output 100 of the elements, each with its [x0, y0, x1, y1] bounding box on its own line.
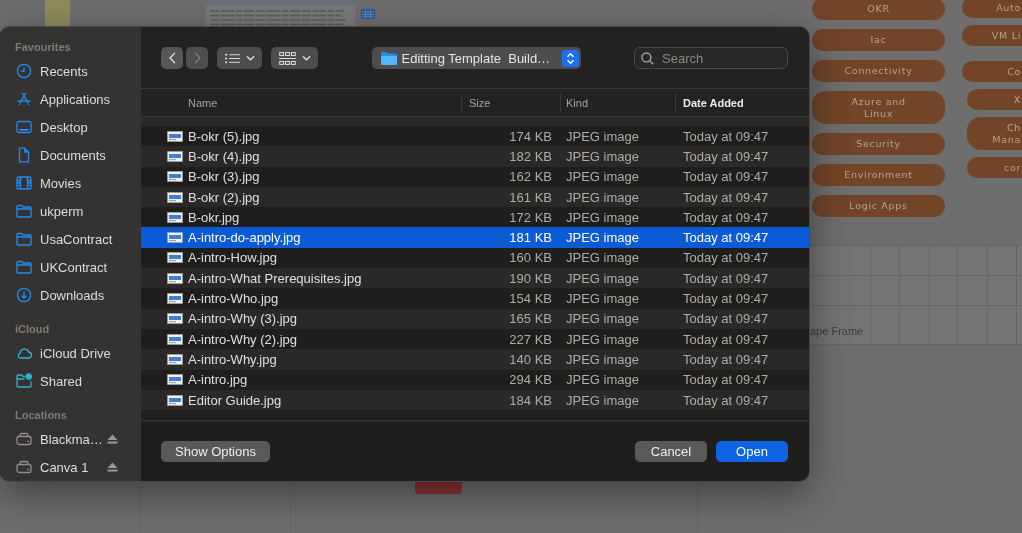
- image-thumbnail-icon: [167, 130, 183, 142]
- file-kind: JPEG image: [565, 270, 640, 286]
- date-added: Today at 09:47: [682, 189, 770, 205]
- file-kind: JPEG image: [565, 291, 640, 306]
- file-name: A-intro-Why.jpg: [188, 351, 278, 367]
- chevron-down-icon: [246, 55, 255, 61]
- file-size: 174 KB: [508, 128, 553, 144]
- open-button[interactable]: Open: [716, 441, 788, 462]
- back-button[interactable]: [161, 47, 183, 69]
- sidebar-item[interactable]: UKContract: [15, 254, 141, 280]
- topic-tag: Iac: [812, 29, 945, 51]
- file-row[interactable]: Editor Guide.jpg 184 KB JPEG image Today at 09:47: [141, 389, 809, 411]
- date-added: Today at 09:47: [682, 372, 770, 388]
- highlight-strip: [45, 0, 70, 27]
- file-row[interactable]: B-okr (2).jpg 161 KB JPEG image Today at 09:47: [141, 186, 809, 208]
- file-name: B-okr (5).jpg: [188, 128, 261, 144]
- date-added: Today at 09:47: [682, 148, 770, 164]
- date-added: Today at 09:47: [682, 128, 770, 144]
- image-thumbnail-icon: [167, 394, 183, 406]
- topic-tag: Co: [962, 61, 1022, 82]
- file-size: 154 KB: [508, 291, 553, 306]
- search-field[interactable]: Search: [634, 47, 788, 69]
- file-kind: JPEG image: [565, 169, 640, 185]
- topic-tag: Environment: [812, 164, 945, 186]
- folder-icon: [380, 51, 397, 65]
- group-options-button[interactable]: [271, 47, 318, 69]
- file-name: B-okr.jpg: [188, 209, 241, 225]
- sidebar-item[interactable]: Shared: [15, 368, 141, 394]
- sidebar-item[interactable]: UsaContract: [15, 226, 141, 252]
- file-row[interactable]: A-intro-What Prerequisites.jpg 190 KB JPEG image Today at 09:47: [141, 268, 809, 289]
- image-thumbnail-icon: [167, 272, 183, 284]
- file-name: A-intro.jpg: [188, 372, 249, 388]
- file-name: B-okr (3).jpg: [188, 169, 261, 185]
- file-name: B-okr (4).jpg: [188, 148, 261, 164]
- image-thumbnail-icon: [167, 252, 183, 264]
- drive-icon: [16, 431, 32, 447]
- file-size: 140 KB: [508, 351, 553, 367]
- folder-icon: [16, 231, 32, 247]
- location-popup[interactable]: Editting Template Build…: [371, 47, 581, 69]
- sidebar-item[interactable]: ukperm: [15, 198, 141, 224]
- image-thumbnail-icon: [167, 374, 183, 386]
- eject-icon[interactable]: [107, 462, 118, 472]
- image-thumbnail-icon: [167, 293, 183, 304]
- sidebar-item[interactable]: Recents: [15, 58, 141, 84]
- drive-icon: [16, 459, 32, 475]
- image-thumbnail-icon: [167, 191, 183, 203]
- topic-tag: Auto: [962, 0, 1022, 18]
- chevron-left-icon: [168, 52, 176, 64]
- file-row[interactable]: A-intro-do-apply.jpg 181 KB JPEG image Today at 09:47: [141, 227, 809, 248]
- view-options-button[interactable]: [217, 47, 262, 69]
- file-kind: JPEG image: [565, 230, 640, 246]
- file-kind: JPEG image: [565, 311, 640, 327]
- film-icon: [16, 175, 32, 191]
- clock-icon: [16, 63, 32, 79]
- file-size: 160 KB: [508, 250, 553, 266]
- sidebar-item[interactable]: Applications: [15, 86, 141, 112]
- file-name: A-intro-Why (3).jpg: [188, 311, 299, 327]
- search-icon: [641, 51, 654, 65]
- file-name: A-intro-How.jpg: [188, 250, 278, 266]
- sidebar-item[interactable]: Blackma…: [15, 426, 107, 452]
- date-added: Today at 09:47: [682, 392, 770, 408]
- chevron-down-icon: [302, 55, 311, 61]
- apps-icon: [16, 91, 32, 107]
- image-thumbnail-icon: [167, 313, 183, 325]
- sidebar-item[interactable]: Documents: [15, 142, 141, 168]
- topic-tag: Ch Mana: [967, 117, 1022, 150]
- file-kind: JPEG image: [565, 209, 640, 225]
- column-header[interactable]: Name: [141, 93, 461, 112]
- file-row[interactable]: B-okr (4).jpg 182 KB JPEG image Today at 09:47: [141, 146, 809, 167]
- column-header[interactable]: Kind: [560, 93, 675, 112]
- file-kind: JPEG image: [565, 331, 640, 347]
- file-size: 227 KB: [508, 331, 553, 347]
- eject-icon[interactable]: [107, 434, 118, 444]
- topic-tag: OKR: [812, 0, 945, 20]
- date-added: Today at 09:47: [682, 270, 770, 286]
- topic-tag: Security: [812, 133, 945, 155]
- file-size: 294 KB: [508, 372, 553, 388]
- list-icon: [225, 52, 240, 64]
- sidebar-item[interactable]: Movies: [15, 170, 141, 196]
- file-kind: JPEG image: [565, 351, 640, 367]
- file-row[interactable]: A-intro-Why (3).jpg 165 KB JPEG image Today at 09:47: [141, 308, 809, 329]
- section-title: Locations: [15, 408, 68, 423]
- file-name: A-intro-do-apply.jpg: [188, 230, 302, 246]
- cancel-button[interactable]: Cancel: [635, 441, 707, 462]
- column-header[interactable]: Date Added: [675, 93, 809, 112]
- file-kind: JPEG image: [565, 128, 640, 144]
- sidebar-item[interactable]: Desktop: [15, 114, 141, 140]
- show-options-button[interactable]: Show Options: [161, 441, 270, 462]
- sidebar-item[interactable]: iCloud Drive: [15, 340, 141, 366]
- topic-tag: X: [967, 89, 1022, 110]
- column-header[interactable]: Size: [461, 93, 560, 112]
- table-icon: [361, 9, 375, 19]
- sidebar-item[interactable]: Downloads: [15, 282, 141, 308]
- file-name: A-intro-What Prerequisites.jpg: [188, 270, 363, 286]
- date-added: Today at 09:47: [682, 169, 770, 185]
- file-row[interactable]: A-intro-Why.jpg 140 KB JPEG image Today at 09:47: [141, 349, 809, 370]
- sidebar-item[interactable]: Canva 1: [15, 454, 107, 480]
- topic-tag: Logic Apps: [812, 195, 945, 217]
- date-added: Today at 09:47: [682, 291, 770, 306]
- date-added: Today at 09:47: [682, 351, 770, 367]
